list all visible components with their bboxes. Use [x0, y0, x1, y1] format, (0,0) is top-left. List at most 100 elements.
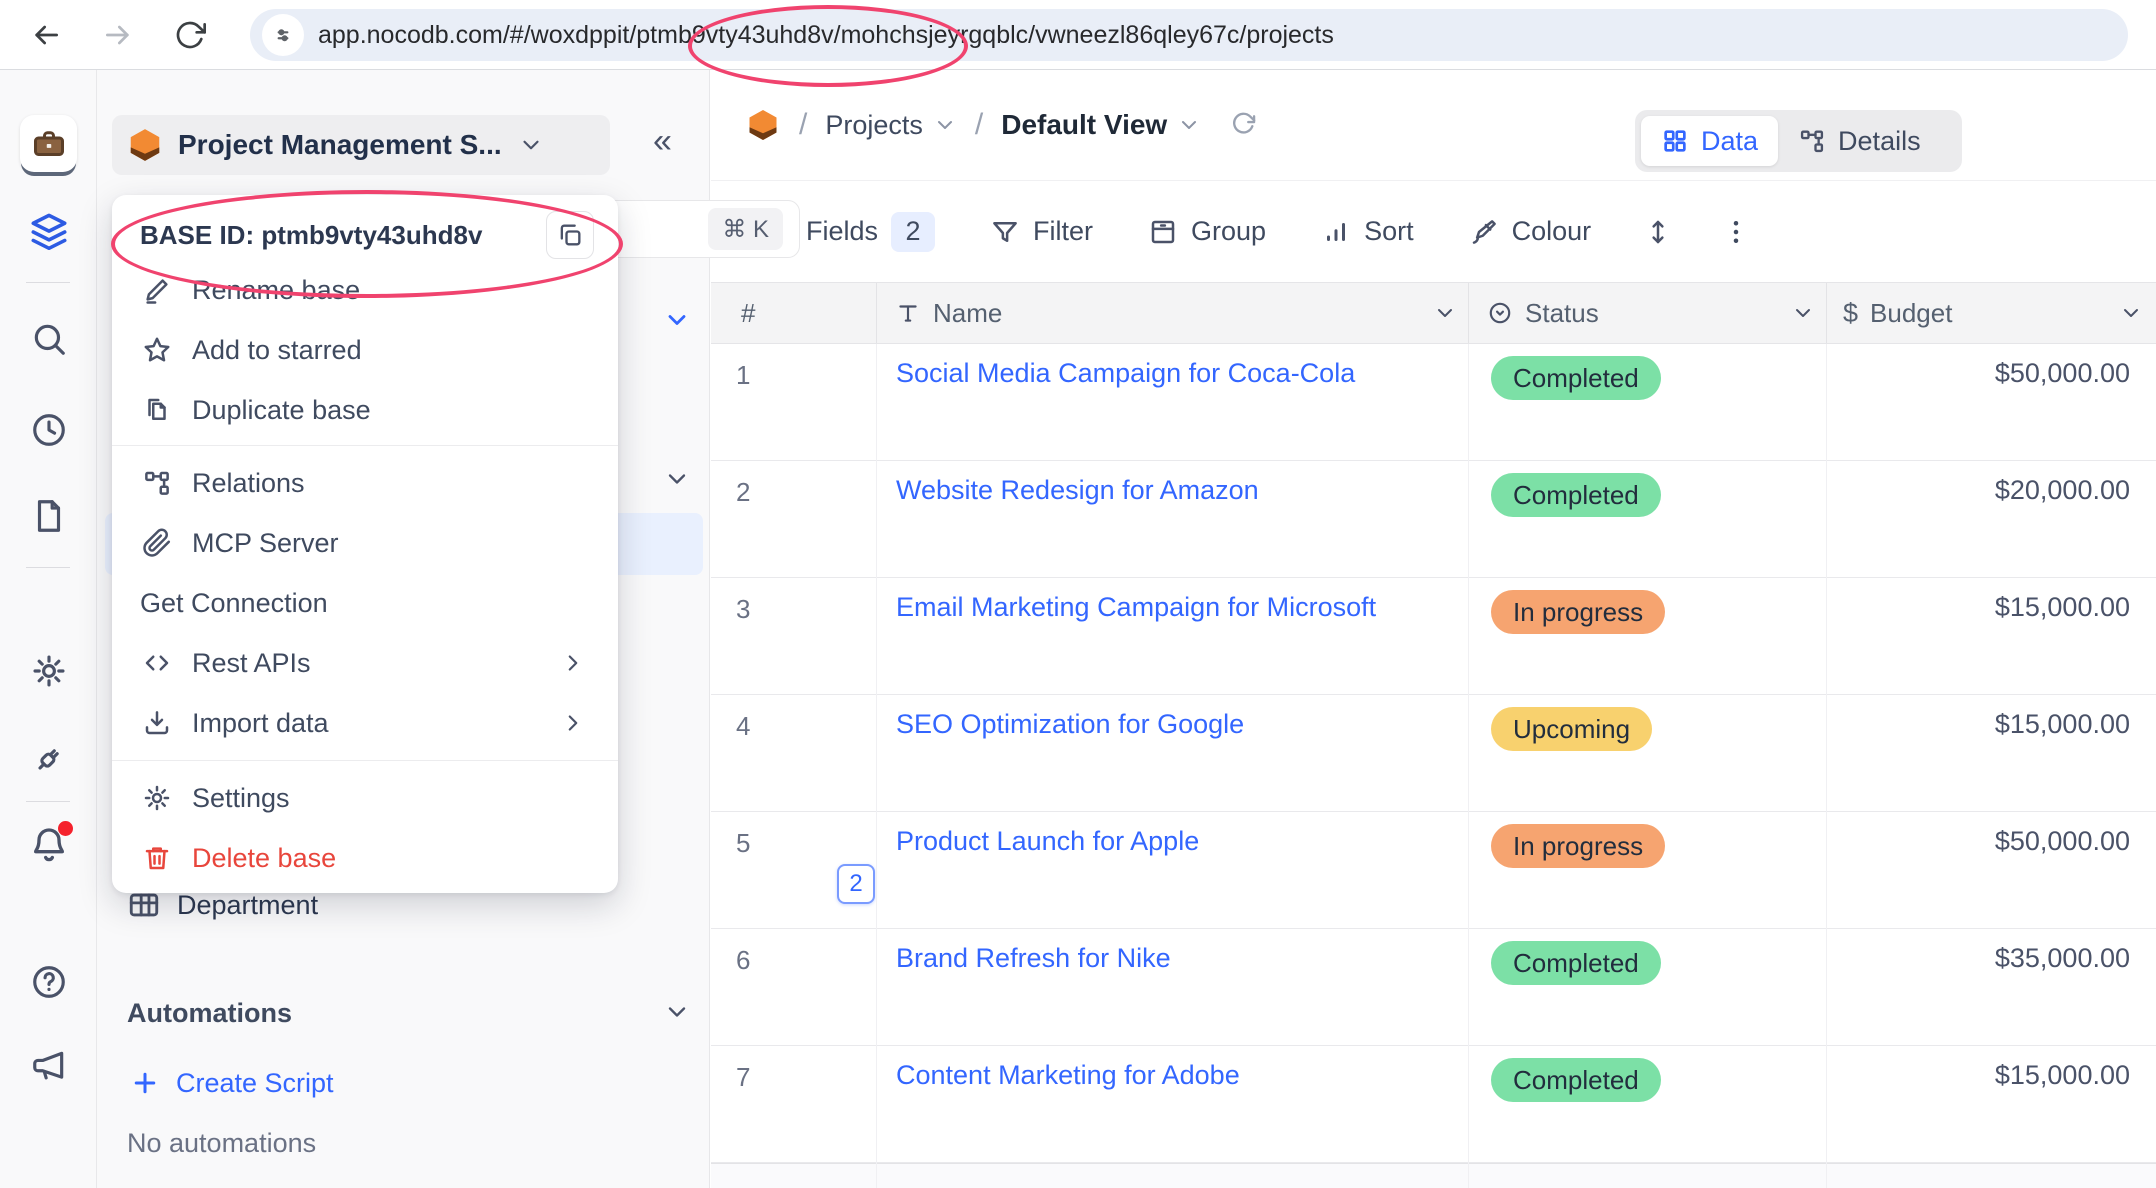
record-name-link[interactable]: Product Launch for Apple [896, 826, 1199, 857]
gear-icon [140, 783, 174, 813]
status-badge[interactable]: In progress [1491, 824, 1665, 868]
announcements-megaphone-icon[interactable] [0, 1047, 97, 1085]
column-header-status[interactable]: Status [1487, 283, 1599, 343]
address-bar[interactable]: app.nocodb.com/#/woxdppit/ptmb9vty43uhd8… [250, 9, 2128, 61]
menu-item-mcp-server[interactable]: MCP Server [126, 517, 604, 569]
import-icon [140, 708, 174, 738]
refresh-icon[interactable] [1229, 111, 1257, 139]
record-name-link[interactable]: Email Marketing Campaign for Microsoft [896, 592, 1376, 623]
status-badge[interactable]: Completed [1491, 356, 1661, 400]
rail-divider [26, 801, 70, 802]
status-badge[interactable]: Upcoming [1491, 707, 1652, 751]
column-header-name[interactable]: Name [895, 283, 1002, 343]
base-hexagon-icon [745, 107, 781, 143]
table-row: 4 SEO Optimization for Google Upcoming $… [711, 695, 2156, 812]
breadcrumb-separator: / [799, 108, 807, 142]
group-button[interactable]: Group [1148, 216, 1266, 247]
budget-value: $50,000.00 [1995, 358, 2130, 389]
search-icon[interactable] [0, 320, 97, 358]
chevron-down-icon[interactable] [1791, 301, 1815, 325]
integrations-plug-icon[interactable] [0, 740, 97, 778]
table-body: 1 Social Media Campaign for Coca-Cola Co… [711, 344, 2156, 1163]
breadcrumb-table[interactable]: Projects [825, 110, 957, 141]
notifications-bell-icon[interactable] [0, 825, 97, 865]
help-icon[interactable] [0, 963, 97, 1001]
menu-item-rename-base[interactable]: Rename base [126, 264, 604, 316]
menu-item-delete-base[interactable]: Delete base [126, 832, 604, 884]
url-prefix: app.nocodb.com/#/woxdppit/ [318, 21, 636, 50]
menu-divider [112, 445, 618, 446]
column-divider[interactable] [1826, 283, 1827, 343]
view-header: / Projects / Default View Data [711, 70, 2156, 180]
code-icon [140, 648, 174, 678]
status-badge[interactable]: In progress [1491, 590, 1665, 634]
filter-button[interactable]: Filter [990, 216, 1093, 247]
status-badge[interactable]: Completed [1491, 1058, 1661, 1102]
recent-clock-icon[interactable] [0, 411, 97, 449]
browser-back-button[interactable] [30, 19, 62, 51]
base-context-menu: BASE ID: ptmb9vty43uhd8v Rename base Add… [112, 195, 618, 893]
settings-gear-icon[interactable] [0, 652, 97, 690]
automations-chevron-icon[interactable] [663, 998, 691, 1026]
chevron-down-icon[interactable] [1433, 301, 1457, 325]
duplicate-icon [140, 395, 174, 425]
sort-button[interactable]: Sort [1321, 216, 1414, 247]
status-badge[interactable]: Completed [1491, 941, 1661, 985]
colour-button[interactable]: Colour [1469, 216, 1592, 247]
column-divider[interactable] [876, 283, 877, 343]
breadcrumb-view[interactable]: Default View [1001, 109, 1201, 141]
table-label: Department [177, 890, 318, 921]
menu-divider [112, 760, 618, 761]
browser-forward-button[interactable] [102, 19, 134, 51]
tab-details[interactable]: Details [1778, 116, 1941, 166]
rail-divider [26, 567, 70, 568]
new-row-strip[interactable] [711, 1163, 2156, 1188]
record-name-link[interactable]: Website Redesign for Amazon [896, 475, 1259, 506]
section-chevron-down-icon[interactable] [663, 465, 691, 493]
chevron-down-icon[interactable] [2119, 301, 2143, 325]
menu-item-get-connection[interactable]: Get Connection [126, 577, 604, 629]
url-suffix: /mohchsjeyrgqblc/vwneezl86qley67c/projec… [834, 21, 1334, 50]
search-shortcut-badge: ⌘ K [708, 208, 783, 250]
menu-item-duplicate-base[interactable]: Duplicate base [126, 384, 604, 436]
relations-icon [140, 468, 174, 498]
menu-item-add-to-starred[interactable]: Add to starred [126, 324, 604, 376]
row-height-button[interactable] [1643, 217, 1673, 247]
menu-item-settings[interactable]: Settings [126, 772, 604, 824]
status-badge[interactable]: Completed [1491, 473, 1661, 517]
more-options-button[interactable] [1721, 217, 1751, 247]
tab-data[interactable]: Data [1641, 116, 1778, 166]
site-info-icon[interactable] [262, 14, 304, 56]
budget-value: $50,000.00 [1995, 826, 2130, 857]
automations-section-header[interactable]: Automations [127, 985, 292, 1041]
chevron-right-icon [560, 650, 586, 676]
base-title-button[interactable]: Project Management S... [112, 115, 610, 175]
pencil-icon [140, 275, 174, 305]
section-chevron-down-icon[interactable] [663, 306, 691, 334]
record-name-link[interactable]: Content Marketing for Adobe [896, 1060, 1240, 1091]
row-number: 3 [736, 594, 750, 625]
star-icon [140, 335, 174, 365]
base-hexagon-icon [126, 126, 164, 164]
expand-count-badge[interactable]: 2 [837, 864, 875, 904]
create-script-label: Create Script [176, 1068, 334, 1099]
sidebar-collapse-button[interactable]: « [653, 122, 672, 161]
create-script-button[interactable]: Create Script [130, 1055, 334, 1111]
browser-reload-button[interactable] [174, 19, 206, 51]
table-row: 7 Content Marketing for Adobe Completed … [711, 1046, 2156, 1163]
bases-nav-icon[interactable] [0, 211, 97, 253]
table-row: 3 Email Marketing Campaign for Microsoft… [711, 578, 2156, 695]
menu-item-import-data[interactable]: Import data [126, 697, 604, 749]
docs-icon[interactable] [0, 497, 97, 535]
paperclip-icon [140, 528, 174, 558]
row-number: 4 [736, 711, 750, 742]
column-header-budget[interactable]: $ Budget [1843, 283, 1952, 343]
record-name-link[interactable]: Social Media Campaign for Coca-Cola [896, 358, 1355, 389]
record-name-link[interactable]: SEO Optimization for Google [896, 709, 1244, 740]
column-divider[interactable] [1468, 283, 1469, 343]
menu-item-relations[interactable]: Relations [126, 457, 604, 509]
workspace-logo[interactable] [20, 115, 77, 172]
copy-base-id-button[interactable] [546, 211, 594, 259]
menu-item-rest-apis[interactable]: Rest APIs [126, 637, 604, 689]
record-name-link[interactable]: Brand Refresh for Nike [896, 943, 1171, 974]
